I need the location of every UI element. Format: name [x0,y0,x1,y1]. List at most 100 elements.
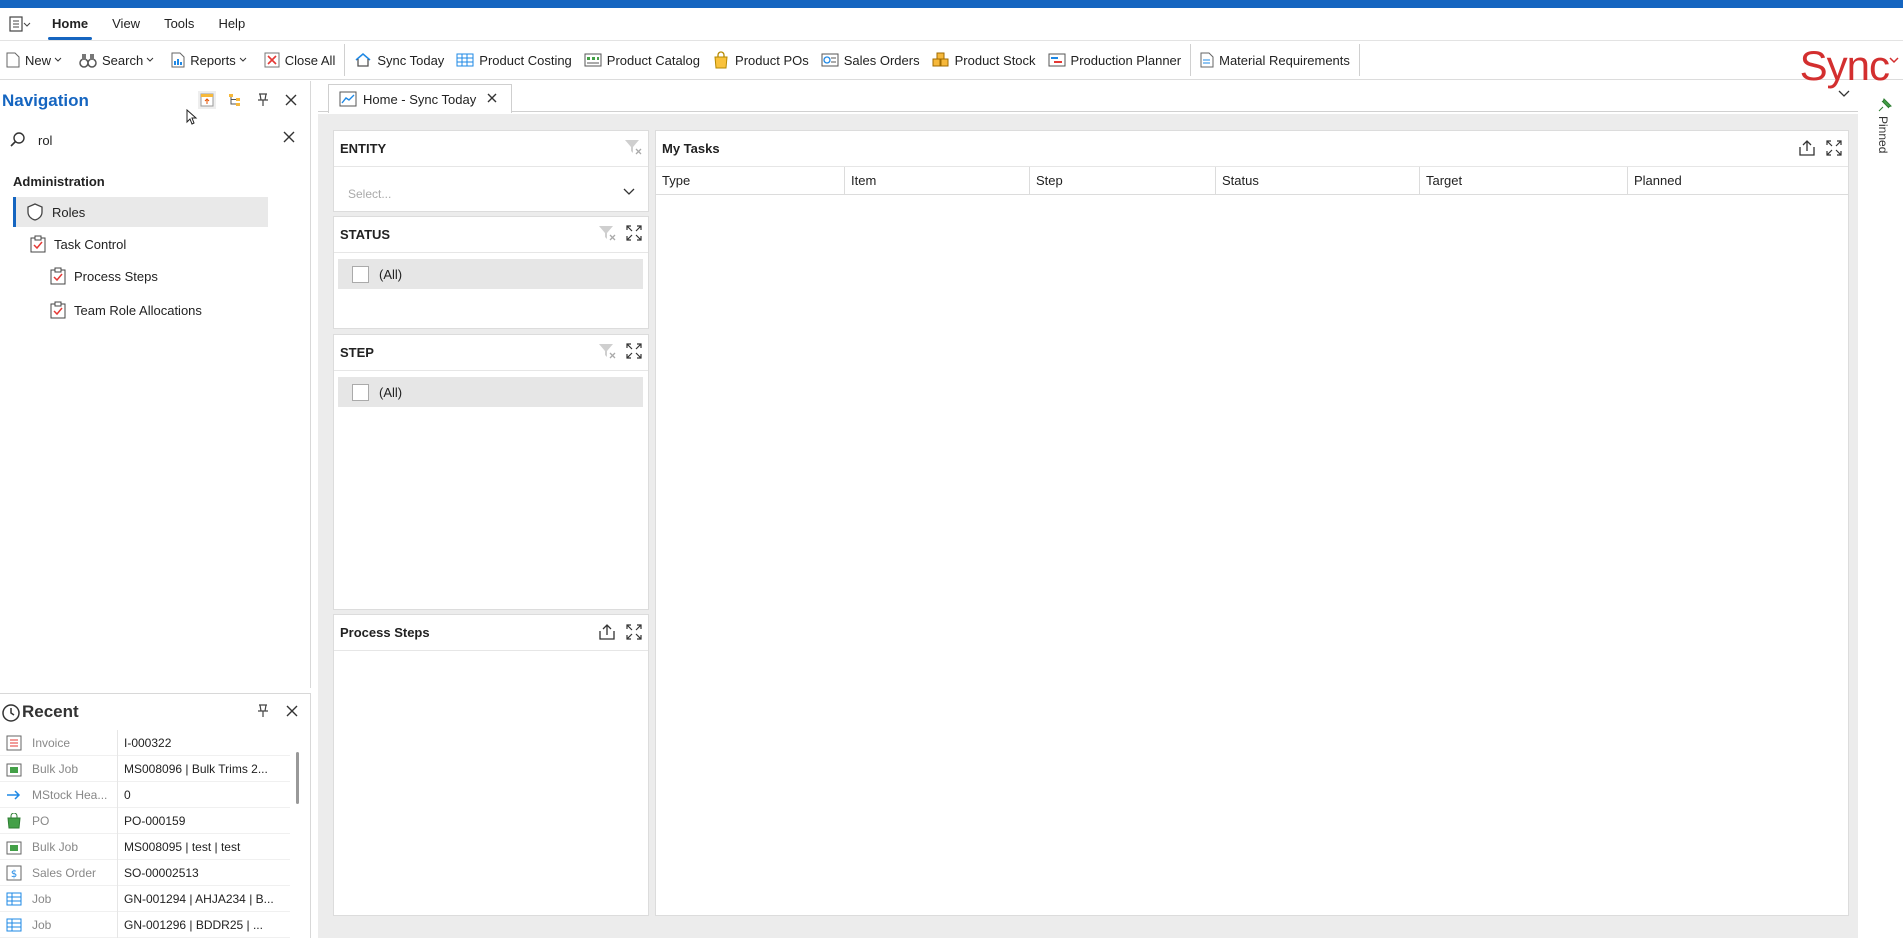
sync-navigation-button[interactable] [198,91,216,109]
product-stock-label: Product Stock [954,52,1036,68]
export-icon[interactable] [598,623,616,641]
chevron-down-icon [623,188,635,195]
tasks-grid-header: Type Item Step Status Target Planned [656,167,1848,195]
close-icon[interactable] [286,705,298,717]
product-costing-button[interactable]: Product Costing [450,45,578,75]
column-header-step[interactable]: Step [1030,167,1216,194]
clear-filter-icon[interactable] [598,225,616,241]
material-requirements-button[interactable]: Material Requirements [1194,45,1356,75]
step-filter-card: STEP (All) [333,334,649,610]
stock-transfer-icon [7,789,21,800]
pin-icon[interactable] [257,704,269,718]
column-header-target[interactable]: Target [1420,167,1628,194]
recent-value: MS008095 | test | test [124,839,241,854]
list-item[interactable]: Job GN-001296 | BDDR25 | ... [0,911,290,938]
shopping-bag-icon [7,812,21,828]
product-pos-button[interactable]: Product POs [706,45,815,75]
toolbar-separator [1358,44,1360,76]
list-item[interactable]: MStock Hea... 0 [0,781,290,808]
entity-card-title: ENTITY [340,141,387,156]
sales-orders-button[interactable]: Sales Orders [815,45,926,75]
home-icon [355,53,371,67]
status-card-header: STATUS [334,217,648,253]
nav-item-team-role-allocations[interactable]: Team Role Allocations [50,295,202,325]
list-item[interactable]: $ Sales Order SO-00002513 [0,859,290,886]
list-item[interactable]: Job GN-001294 | AHJA234 | B... [0,885,290,912]
nav-item-roles[interactable]: Roles [13,197,268,227]
recent-scrollbar[interactable] [296,752,299,804]
pinned-icon[interactable] [1876,98,1892,114]
tree-view-button[interactable] [226,91,244,109]
nav-item-process-steps[interactable]: Process Steps [50,261,158,291]
maximize-icon[interactable] [1826,140,1842,156]
shopping-bag-icon [714,51,728,69]
svg-text:$: $ [11,869,17,880]
menu-tab-help[interactable]: Help [206,8,257,40]
close-all-button[interactable]: Close All [258,45,342,75]
product-stock-button[interactable]: Product Stock [926,45,1042,75]
production-planner-button[interactable]: Production Planner [1042,45,1188,75]
menu-bar: Home View Tools Help [0,8,1903,40]
sync-today-button[interactable]: Sync Today [348,45,450,75]
list-item[interactable]: Bulk Job MS008095 | test | test [0,833,290,860]
step-all-checkbox[interactable] [352,383,369,401]
navigation-search[interactable]: rol [10,127,295,153]
step-card-title: STEP [340,345,374,360]
column-header-status[interactable]: Status [1216,167,1420,194]
column-header-item[interactable]: Item [845,167,1030,194]
list-item[interactable]: PO PO-000159 [0,807,290,834]
binoculars-icon [79,54,97,68]
menu-tab-home[interactable]: Home [40,8,100,40]
product-catalog-button[interactable]: Product Catalog [578,45,706,75]
search-button[interactable]: Search [73,45,165,75]
export-icon[interactable] [1798,139,1816,157]
recent-panel: Recent Invoice I-000322 Bulk Job MS00809… [0,693,311,938]
tabs-dropdown-icon[interactable] [1838,90,1850,98]
production-planner-label: Production Planner [1070,52,1182,68]
maximize-icon[interactable] [626,343,642,359]
search-input[interactable]: rol [38,133,52,148]
nav-item-task-control[interactable]: Task Control [30,229,126,259]
process-steps-card: Process Steps [333,614,649,916]
list-item[interactable]: Bulk Job MS008096 | Bulk Trims 2... [0,755,290,782]
status-all-checkbox[interactable] [352,265,369,283]
entity-select-placeholder: Select... [348,187,392,201]
maximize-icon[interactable] [626,624,642,640]
menu-tab-view[interactable]: View [100,8,152,40]
list-item[interactable]: Invoice I-000322 [0,729,290,756]
planner-icon [1048,53,1066,67]
bulk-job-icon [6,763,22,776]
clear-filter-icon[interactable] [598,343,616,359]
nav-item-label: Team Role Allocations [74,302,202,318]
status-option-all[interactable]: (All) [338,259,643,289]
column-header-type[interactable]: Type [656,167,845,194]
maximize-icon[interactable] [626,225,642,241]
recent-type: Sales Order [28,859,118,886]
brand-chevron-icon[interactable] [1889,57,1899,65]
chevron-down-icon [146,57,154,62]
new-button[interactable]: New [0,45,73,75]
pinned-label[interactable]: Pinned [1876,116,1890,153]
close-tab-icon[interactable] [487,93,497,103]
process-steps-card-header: Process Steps [334,615,648,651]
step-option-all[interactable]: (All) [338,377,643,407]
clear-search-icon[interactable] [283,131,295,143]
entity-select[interactable]: Select... [340,179,645,209]
close-navigation-button[interactable] [282,91,300,109]
pin-navigation-button[interactable] [254,91,272,109]
catalog-icon [584,53,602,67]
app-menu-button[interactable] [0,8,40,40]
sync-today-label: Sync Today [377,52,445,68]
reports-button[interactable]: Reports [165,45,258,75]
pin-icon [258,93,268,106]
my-tasks-card: My Tasks Type Item Step Status Target Pl… [655,130,1849,916]
clear-filter-icon[interactable] [624,139,642,155]
menu-tab-tools[interactable]: Tools [152,8,206,40]
status-filter-card: STATUS (All) [333,216,649,329]
sales-orders-label: Sales Orders [843,52,920,68]
recent-value: I-000322 [124,735,172,750]
window-top-accent [0,0,1903,8]
tab-home-sync-today[interactable]: Home - Sync Today [328,84,512,113]
nav-item-label: Roles [52,204,86,220]
column-header-planned[interactable]: Planned [1628,167,1848,194]
